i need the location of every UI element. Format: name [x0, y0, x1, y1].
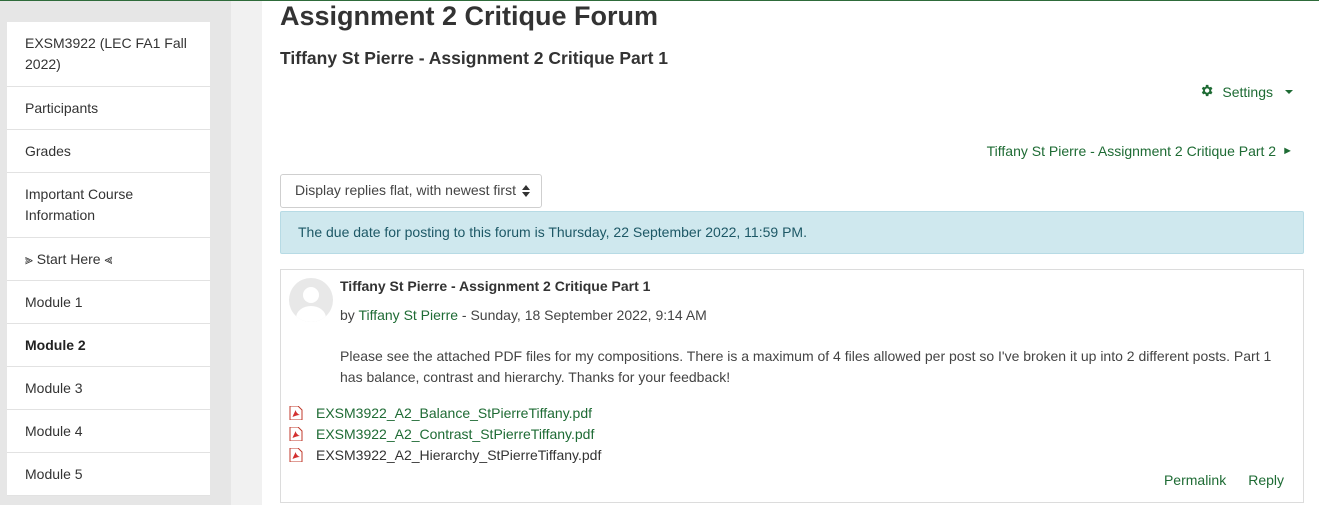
- sidebar-item-course-home[interactable]: EXSM3922 (LEC FA1 Fall 2022): [7, 22, 210, 87]
- permalink-link[interactable]: Permalink: [1164, 472, 1226, 488]
- settings-label: Settings: [1222, 84, 1273, 100]
- forum-post: Tiffany St Pierre - Assignment 2 Critiqu…: [280, 269, 1304, 503]
- pdf-icon: [289, 447, 303, 462]
- display-mode-select[interactable]: Display replies flat, with newest first: [280, 174, 542, 208]
- next-discussion-label: Tiffany St Pierre - Assignment 2 Critiqu…: [986, 143, 1277, 159]
- pdf-icon: [289, 405, 303, 420]
- attachment-item: EXSM3922_A2_Balance_StPierreTiffany.pdf: [289, 402, 601, 423]
- arrow-right-icon: ►: [1282, 145, 1293, 157]
- sidebar-item-module-5[interactable]: Module 5: [7, 453, 210, 496]
- attachment-item: EXSM3922_A2_Contrast_StPierreTiffany.pdf: [289, 423, 601, 444]
- post-byline: by Tiffany St Pierre - Sunday, 18 Septem…: [340, 307, 707, 323]
- sidebar-item-important-info[interactable]: Important Course Information: [7, 173, 210, 238]
- sidebar-item-module-3[interactable]: Module 3: [7, 367, 210, 410]
- attachment-link-contrast[interactable]: EXSM3922_A2_Contrast_StPierreTiffany.pdf: [316, 426, 594, 442]
- post-author-link[interactable]: Tiffany St Pierre: [358, 307, 458, 323]
- sidebar-gutter: [231, 1, 262, 505]
- course-nav: EXSM3922 (LEC FA1 Fall 2022) Participant…: [7, 22, 210, 496]
- caret-down-icon: [1285, 90, 1293, 94]
- avatar[interactable]: [289, 278, 333, 322]
- attachments-list: EXSM3922_A2_Balance_StPierreTiffany.pdf …: [289, 402, 601, 465]
- gear-icon: [1199, 83, 1214, 101]
- sidebar-item-module-2[interactable]: Module 2: [7, 324, 210, 367]
- attachment-item: EXSM3922_A2_Hierarchy_StPierreTiffany.pd…: [289, 444, 601, 465]
- sidebar-item-module-4[interactable]: Module 4: [7, 410, 210, 453]
- main-content: Assignment 2 Critique Forum Tiffany St P…: [262, 0, 1319, 505]
- attachment-link-hierarchy[interactable]: EXSM3922_A2_Hierarchy_StPierreTiffany.pd…: [316, 447, 601, 463]
- by-prefix: by: [340, 307, 355, 323]
- due-date-notice: The due date for posting to this forum i…: [280, 211, 1304, 254]
- sidebar-item-participants[interactable]: Participants: [7, 87, 210, 130]
- pdf-icon: [289, 426, 303, 441]
- select-arrows-icon: [522, 184, 530, 198]
- sidebar-item-grades[interactable]: Grades: [7, 130, 210, 173]
- sidebar-item-start-here[interactable]: ⫸ Start Here ⫷: [7, 238, 210, 281]
- post-actions: Permalink Reply: [1164, 472, 1284, 488]
- post-subject: Tiffany St Pierre - Assignment 2 Critiqu…: [340, 278, 651, 294]
- post-date: - Sunday, 18 September 2022, 9:14 AM: [458, 307, 707, 323]
- settings-menu-button[interactable]: Settings: [1199, 83, 1293, 101]
- attachment-link-balance[interactable]: EXSM3922_A2_Balance_StPierreTiffany.pdf: [316, 405, 592, 421]
- next-discussion-link[interactable]: Tiffany St Pierre - Assignment 2 Critiqu…: [987, 143, 1293, 159]
- sidebar-item-module-1[interactable]: Module 1: [7, 281, 210, 324]
- post-body: Please see the attached PDF files for my…: [340, 348, 1272, 385]
- display-mode-value: Display replies flat, with newest first: [295, 182, 516, 198]
- page-title: Assignment 2 Critique Forum: [280, 1, 659, 31]
- discussion-title: Tiffany St Pierre - Assignment 2 Critiqu…: [280, 48, 669, 68]
- reply-link[interactable]: Reply: [1248, 472, 1284, 488]
